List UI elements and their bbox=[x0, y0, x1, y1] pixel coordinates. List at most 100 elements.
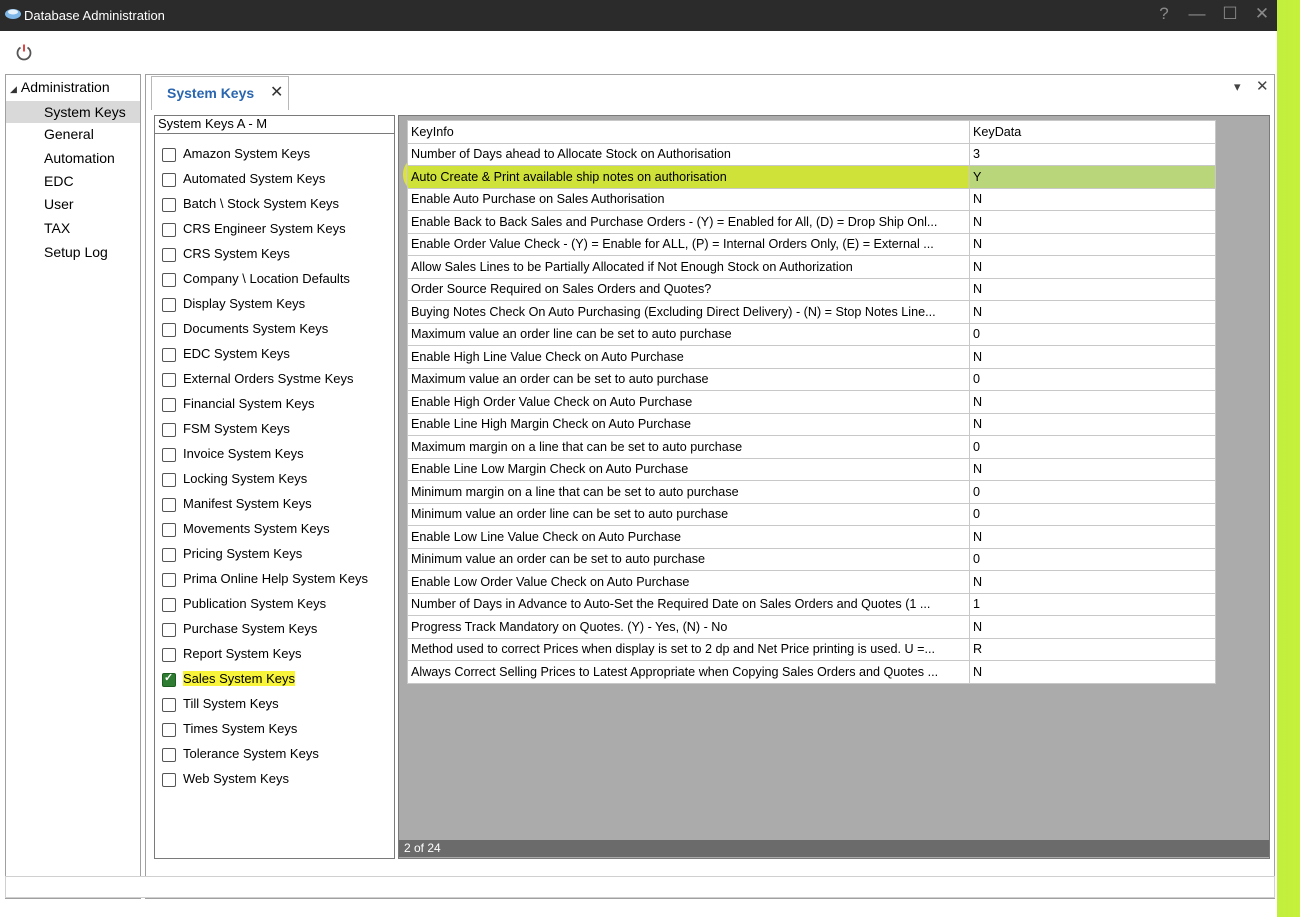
table-row[interactable]: Auto Create & Print available ship notes… bbox=[407, 165, 1216, 189]
table-row[interactable]: Enable Auto Purchase on Sales Authorisat… bbox=[407, 187, 1216, 211]
checkbox[interactable] bbox=[162, 698, 176, 712]
cell-keyinfo[interactable]: Enable Line Low Margin Check on Auto Pur… bbox=[407, 457, 970, 481]
cell-keyinfo[interactable]: Minimum value an order line can be set t… bbox=[407, 502, 970, 526]
cell-keydata[interactable]: N bbox=[969, 412, 1216, 436]
nav-item-setup-log[interactable]: Setup Log bbox=[6, 241, 140, 263]
cell-keydata[interactable]: N bbox=[969, 210, 1216, 234]
maximize-button[interactable]: ☐ bbox=[1219, 4, 1241, 24]
nav-item-system-keys[interactable]: System Keys bbox=[6, 101, 140, 123]
cell-keydata[interactable]: 0 bbox=[969, 435, 1216, 459]
cell-keydata[interactable]: N bbox=[969, 255, 1216, 279]
cell-keyinfo[interactable]: Number of Days ahead to Allocate Stock o… bbox=[407, 142, 970, 166]
table-row[interactable]: Enable Line High Margin Check on Auto Pu… bbox=[407, 412, 1216, 436]
table-row[interactable]: Minimum value an order can be set to aut… bbox=[407, 547, 1216, 571]
checkbox[interactable] bbox=[162, 773, 176, 787]
checkbox[interactable] bbox=[162, 348, 176, 362]
cell-keyinfo[interactable]: Enable High Line Value Check on Auto Pur… bbox=[407, 345, 970, 369]
checkbox[interactable] bbox=[162, 523, 176, 537]
cell-keyinfo[interactable]: Progress Track Mandatory on Quotes. (Y) … bbox=[407, 615, 970, 639]
cell-keydata[interactable]: 3 bbox=[969, 142, 1216, 166]
checkbox[interactable] bbox=[162, 648, 176, 662]
checkbox[interactable] bbox=[162, 598, 176, 612]
cell-keyinfo[interactable]: Enable Auto Purchase on Sales Authorisat… bbox=[407, 187, 970, 211]
cell-keydata[interactable]: N bbox=[969, 277, 1216, 301]
cell-keydata[interactable]: 0 bbox=[969, 480, 1216, 504]
table-row[interactable]: Enable Line Low Margin Check on Auto Pur… bbox=[407, 457, 1216, 481]
checkbox[interactable] bbox=[162, 323, 176, 337]
cell-keyinfo[interactable]: Always Correct Selling Prices to Latest … bbox=[407, 660, 970, 684]
nav-item-automation[interactable]: Automation bbox=[6, 147, 140, 169]
help-button[interactable]: ? bbox=[1153, 4, 1175, 24]
cell-keydata[interactable]: 0 bbox=[969, 547, 1216, 571]
cell-keyinfo[interactable]: Order Source Required on Sales Orders an… bbox=[407, 277, 970, 301]
checkbox[interactable] bbox=[162, 548, 176, 562]
checkbox[interactable] bbox=[162, 748, 176, 762]
cell-keyinfo[interactable]: Enable Back to Back Sales and Purchase O… bbox=[407, 210, 970, 234]
checkbox[interactable] bbox=[162, 448, 176, 462]
nav-item-user[interactable]: User bbox=[6, 193, 140, 215]
checkbox[interactable] bbox=[162, 398, 176, 412]
tree-root-administration[interactable]: ◢ Administration bbox=[10, 79, 110, 95]
cell-keydata[interactable]: 0 bbox=[969, 502, 1216, 526]
cell-keyinfo[interactable]: Enable Order Value Check - (Y) = Enable … bbox=[407, 232, 970, 256]
table-row[interactable]: Minimum margin on a line that can be set… bbox=[407, 480, 1216, 504]
panel-close-icon[interactable]: ✕ bbox=[1256, 77, 1269, 95]
cell-keydata[interactable]: N bbox=[969, 232, 1216, 256]
nav-item-general[interactable]: General bbox=[6, 123, 140, 145]
cell-keyinfo[interactable]: Method used to correct Prices when displ… bbox=[407, 637, 970, 661]
cell-keyinfo[interactable]: Enable Low Line Value Check on Auto Purc… bbox=[407, 525, 970, 549]
checkbox[interactable] bbox=[162, 573, 176, 587]
table-row[interactable]: Maximum value an order line can be set t… bbox=[407, 322, 1216, 346]
cell-keydata[interactable]: R bbox=[969, 637, 1216, 661]
table-row[interactable]: Enable High Line Value Check on Auto Pur… bbox=[407, 345, 1216, 369]
cell-keydata[interactable]: N bbox=[969, 187, 1216, 211]
tab-system-keys[interactable]: System Keys ✕ bbox=[151, 76, 289, 110]
cell-keydata[interactable]: 0 bbox=[969, 367, 1216, 391]
checkbox[interactable] bbox=[162, 148, 176, 162]
minimize-button[interactable]: — bbox=[1186, 4, 1208, 24]
cell-keydata[interactable]: N bbox=[969, 660, 1216, 684]
checkbox[interactable] bbox=[162, 423, 176, 437]
table-row[interactable]: Number of Days in Advance to Auto-Set th… bbox=[407, 592, 1216, 616]
table-row[interactable]: Enable Low Line Value Check on Auto Purc… bbox=[407, 525, 1216, 549]
checkbox[interactable] bbox=[162, 273, 176, 287]
cell-keydata[interactable]: N bbox=[969, 525, 1216, 549]
tab-close-icon[interactable]: ✕ bbox=[270, 82, 283, 102]
checkbox[interactable] bbox=[162, 473, 176, 487]
cell-keyinfo[interactable]: Allow Sales Lines to be Partially Alloca… bbox=[407, 255, 970, 279]
checkbox[interactable] bbox=[162, 198, 176, 212]
cell-keydata[interactable]: N bbox=[969, 615, 1216, 639]
table-row[interactable]: Enable Low Order Value Check on Auto Pur… bbox=[407, 570, 1216, 594]
cell-keyinfo[interactable]: Enable High Order Value Check on Auto Pu… bbox=[407, 390, 970, 414]
cell-keyinfo[interactable]: Maximum value an order line can be set t… bbox=[407, 322, 970, 346]
checkbox[interactable] bbox=[162, 671, 176, 687]
cell-keydata[interactable]: N bbox=[969, 345, 1216, 369]
nav-item-tax[interactable]: TAX bbox=[6, 217, 140, 239]
column-header-keydata[interactable]: KeyData bbox=[969, 120, 1216, 144]
table-row[interactable]: Maximum value an order can be set to aut… bbox=[407, 367, 1216, 391]
table-row[interactable]: Enable High Order Value Check on Auto Pu… bbox=[407, 390, 1216, 414]
checkbox[interactable] bbox=[162, 623, 176, 637]
checkbox[interactable] bbox=[162, 173, 176, 187]
table-row[interactable]: Progress Track Mandatory on Quotes. (Y) … bbox=[407, 615, 1216, 639]
cell-keyinfo[interactable]: Maximum margin on a line that can be set… bbox=[407, 435, 970, 459]
power-icon[interactable] bbox=[15, 43, 33, 61]
cell-keyinfo[interactable]: Number of Days in Advance to Auto-Set th… bbox=[407, 592, 970, 616]
table-row[interactable]: Maximum margin on a line that can be set… bbox=[407, 435, 1216, 459]
checkbox[interactable] bbox=[162, 248, 176, 262]
cell-keyinfo[interactable]: Auto Create & Print available ship notes… bbox=[407, 165, 970, 189]
cell-keyinfo[interactable]: Buying Notes Check On Auto Purchasing (E… bbox=[407, 300, 970, 324]
cell-keydata[interactable]: N bbox=[969, 570, 1216, 594]
expand-triangle-icon[interactable]: ◢ bbox=[10, 84, 17, 95]
table-row[interactable]: Enable Order Value Check - (Y) = Enable … bbox=[407, 232, 1216, 256]
close-window-button[interactable]: ✕ bbox=[1251, 4, 1273, 24]
column-header-keyinfo[interactable]: KeyInfo bbox=[407, 120, 970, 144]
panel-dropdown-icon[interactable]: ▾ bbox=[1234, 79, 1241, 95]
nav-item-edc[interactable]: EDC bbox=[6, 170, 140, 192]
table-row[interactable]: Method used to correct Prices when displ… bbox=[407, 637, 1216, 661]
cell-keydata[interactable]: 1 bbox=[969, 592, 1216, 616]
cell-keyinfo[interactable]: Enable Low Order Value Check on Auto Pur… bbox=[407, 570, 970, 594]
checkbox[interactable] bbox=[162, 498, 176, 512]
table-row[interactable]: Number of Days ahead to Allocate Stock o… bbox=[407, 142, 1216, 166]
cell-keyinfo[interactable]: Minimum margin on a line that can be set… bbox=[407, 480, 970, 504]
